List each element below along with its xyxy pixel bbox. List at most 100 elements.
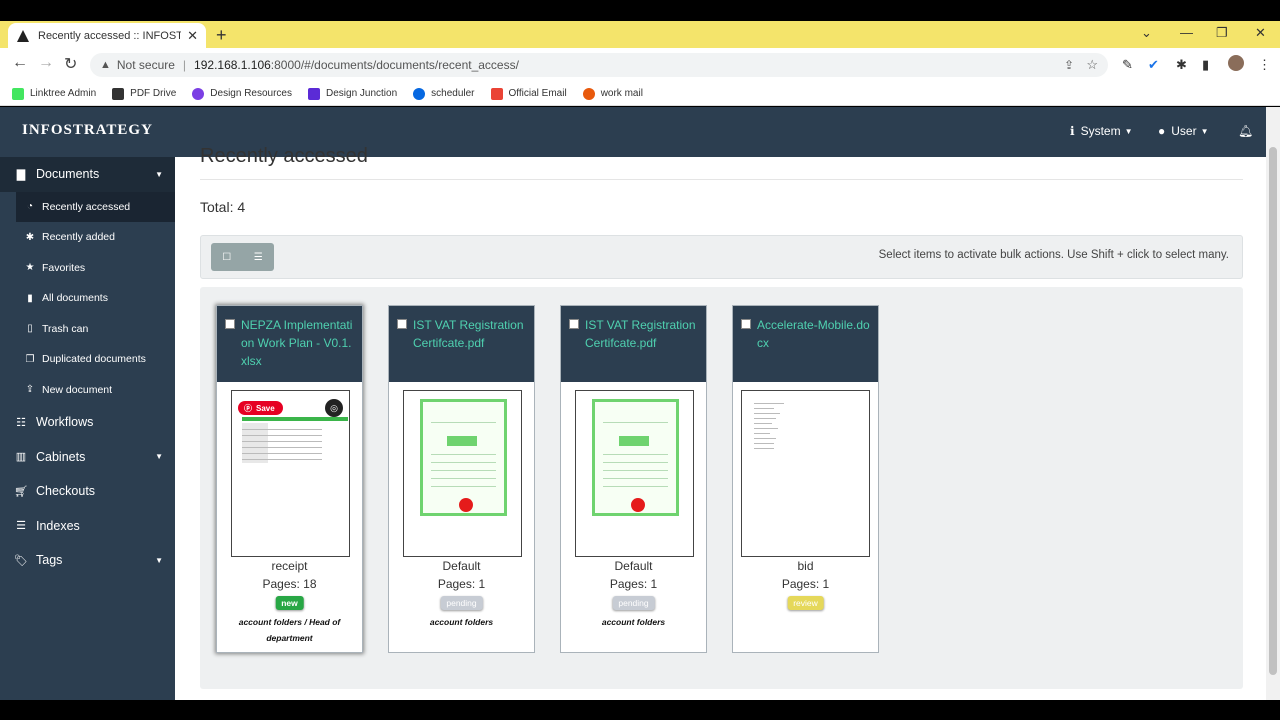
- minimize-icon[interactable]: —: [1180, 25, 1193, 40]
- sidebar-item-new-document[interactable]: ⇪ New document: [0, 375, 175, 406]
- bookmarks-bar: Linktree Admin PDF Drive Design Resource…: [0, 82, 1280, 106]
- doc-line: [754, 408, 774, 409]
- sidebar-label: Checkouts: [36, 484, 96, 499]
- cabinet-path[interactable]: account folders: [397, 614, 526, 630]
- user-menu[interactable]: ● User ▼: [1158, 124, 1209, 138]
- sidebar-item-documents[interactable]: ▇ Documents ▼: [0, 157, 175, 192]
- sidebar-item-checkouts[interactable]: 🛒︎ Checkouts: [0, 474, 175, 509]
- document-link[interactable]: IST VAT Registration Certifcate.pdf: [585, 316, 700, 382]
- bookmark-linktree[interactable]: Linktree Admin: [12, 87, 97, 100]
- sidebar-item-duplicated-documents[interactable]: ❐ Duplicated documents: [0, 344, 175, 375]
- check-extension-icon[interactable]: ✔: [1148, 57, 1159, 73]
- browser-menu-icon[interactable]: ⋮: [1258, 57, 1271, 73]
- side-panel-icon[interactable]: ▮: [1202, 57, 1209, 73]
- status-badge[interactable]: review: [787, 596, 824, 610]
- reload-icon[interactable]: ↻: [64, 54, 77, 74]
- new-tab-icon[interactable]: +: [216, 25, 227, 46]
- sidebar-item-cabinets[interactable]: ▥ Cabinets ▼: [0, 440, 175, 475]
- page-count: Pages: 1: [781, 577, 830, 591]
- document-link[interactable]: IST VAT Registration Certifcate.pdf: [413, 316, 528, 382]
- document-thumbnail[interactable]: [575, 390, 694, 557]
- doc-line: [754, 423, 772, 424]
- url-field[interactable]: ▲ Not secure | 192.168.1.106 :8000/#/doc…: [90, 53, 1108, 77]
- warning-icon[interactable]: ▲: [100, 59, 111, 71]
- doc-line: [754, 448, 774, 449]
- document-card[interactable]: IST VAT Registration Certifcate.pdf Defa…: [560, 305, 707, 653]
- status-badge[interactable]: new: [275, 596, 304, 610]
- page-scrollbar[interactable]: [1266, 107, 1280, 700]
- window-close-icon[interactable]: ✕: [1255, 25, 1266, 41]
- document-card[interactable]: Accelerate-Mobile.docx bid Pages: 1 revi…: [732, 305, 879, 653]
- profile-avatar[interactable]: [1228, 55, 1244, 71]
- caret-down-icon: ▼: [155, 555, 163, 565]
- browser-tab[interactable]: Recently accessed :: INFOSTRATE ✕: [8, 23, 206, 48]
- close-tab-icon[interactable]: ✕: [187, 28, 198, 44]
- system-menu[interactable]: ℹ System ▼: [1070, 124, 1133, 138]
- document-card[interactable]: IST VAT Registration Certifcate.pdf Defa…: [388, 305, 535, 653]
- sitemap-icon: ☷: [16, 416, 26, 429]
- os-top-bar: [0, 0, 1280, 21]
- bookmark-design-junction[interactable]: Design Junction: [308, 87, 397, 100]
- restore-icon[interactable]: ❐: [1216, 25, 1228, 41]
- document-thumbnail[interactable]: [403, 390, 522, 557]
- red-seal-icon: [631, 498, 645, 512]
- forward-icon[interactable]: →: [38, 54, 54, 72]
- vat-certificate-image: [420, 399, 507, 516]
- status-badge[interactable]: pending: [612, 596, 655, 610]
- list-view-button[interactable]: ☰: [243, 243, 275, 271]
- sidebar-label: Duplicated documents: [42, 353, 146, 366]
- eyedropper-extension-icon[interactable]: ✎: [1122, 57, 1133, 73]
- bookmark-label: Linktree Admin: [30, 88, 97, 99]
- back-icon[interactable]: ←: [12, 54, 28, 72]
- sidebar-item-favorites[interactable]: ★ Favorites: [0, 253, 175, 284]
- scrollbar-thumb[interactable]: [1269, 147, 1277, 675]
- select-checkbox[interactable]: [225, 319, 235, 329]
- tab-search-icon[interactable]: ⌄: [1141, 25, 1152, 41]
- select-checkbox[interactable]: [397, 319, 407, 329]
- brand-logo[interactable]: INFOSTRATEGY: [22, 122, 153, 139]
- pdf-drive-icon: [112, 87, 125, 100]
- bookmark-work-mail[interactable]: work mail: [582, 87, 643, 100]
- sidebar-label: New document: [42, 383, 113, 396]
- card-header: NEPZA Implementation Work Plan - V0.1.xl…: [217, 306, 362, 382]
- document-thumbnail[interactable]: ⓟ Save ◎: [231, 390, 350, 557]
- sidebar-item-workflows[interactable]: ☷ Workflows: [0, 405, 175, 440]
- columns-icon: ▥: [15, 451, 27, 464]
- extensions-puzzle-icon[interactable]: ✱: [1176, 57, 1187, 73]
- sidebar-item-recently-added[interactable]: ✱ Recently added: [0, 222, 175, 253]
- sidebar-item-indexes[interactable]: ☰ Indexes: [0, 509, 175, 544]
- lens-search-icon[interactable]: ◎: [325, 399, 343, 417]
- sidebar-item-tags[interactable]: 🏷︎ Tags ▼: [0, 543, 175, 578]
- notifications-bell-icon[interactable]: 🔔︎: [1238, 124, 1253, 138]
- bookmark-design-resources[interactable]: Design Resources: [192, 87, 292, 100]
- document-thumbnail[interactable]: [741, 390, 870, 557]
- document-link[interactable]: NEPZA Implementation Work Plan - V0.1.xl…: [241, 316, 356, 382]
- status-badge[interactable]: pending: [440, 596, 483, 610]
- sidebar-item-all-documents[interactable]: ▮ All documents: [0, 283, 175, 314]
- pinterest-icon: ⓟ: [244, 403, 252, 413]
- bookmark-official-email[interactable]: Official Email: [490, 87, 567, 100]
- design-resources-icon: [192, 87, 205, 100]
- bookmark-label: Official Email: [508, 88, 567, 99]
- caret-down-icon: ▼: [1124, 126, 1133, 136]
- bookmark-pdf-drive[interactable]: PDF Drive: [112, 87, 176, 100]
- select-checkbox[interactable]: [569, 319, 579, 329]
- bookmark-star-icon[interactable]: ☆: [1086, 57, 1098, 73]
- document-type: receipt: [271, 559, 308, 573]
- trash-icon: ▯: [27, 323, 33, 335]
- document-gallery: NEPZA Implementation Work Plan - V0.1.xl…: [200, 287, 1243, 689]
- doc-line: [754, 443, 774, 444]
- sidebar-item-recently-accessed[interactable]: ◔ Recently accessed: [16, 191, 175, 222]
- cabinet-path[interactable]: account folders: [569, 614, 698, 630]
- sidebar-label: Indexes: [36, 518, 80, 533]
- bookmark-scheduler[interactable]: scheduler: [413, 87, 475, 100]
- select-checkbox[interactable]: [741, 319, 751, 329]
- document-card[interactable]: NEPZA Implementation Work Plan - V0.1.xl…: [216, 305, 363, 653]
- share-icon[interactable]: ⇪: [1064, 58, 1074, 72]
- app-header: INFOSTRATEGY ℹ System ▼ ● User ▼ 🔔︎: [0, 107, 1266, 157]
- pinterest-save-button[interactable]: ⓟ Save: [238, 401, 283, 415]
- grid-view-button[interactable]: ☐: [211, 243, 243, 271]
- document-link[interactable]: Accelerate-Mobile.docx: [757, 316, 872, 382]
- sidebar-item-trash-can[interactable]: ▯ Trash can: [0, 314, 175, 345]
- cabinet-path[interactable]: account folders / Head of department: [225, 614, 354, 646]
